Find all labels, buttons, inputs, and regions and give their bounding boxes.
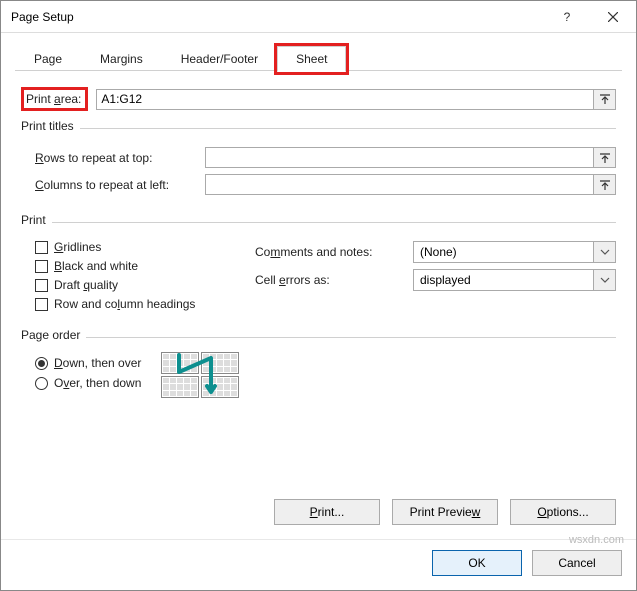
checkbox-icon — [35, 260, 48, 273]
rows-repeat-refbox — [205, 147, 616, 168]
rows-repeat-input[interactable] — [206, 148, 593, 167]
page-order-group: Page order Down, then over Over, then do… — [21, 328, 616, 404]
dialog-footer: OK Cancel — [1, 539, 636, 590]
checkbox-row-col-headings[interactable]: Row and column headings — [35, 297, 235, 311]
sheet-tab-content: Print area: Print titles Rows to repeat … — [15, 71, 622, 489]
tab-page[interactable]: Page — [15, 46, 81, 72]
print-area-label: Print area: — [21, 87, 88, 111]
radio-down-then-over[interactable]: Down, then over — [35, 356, 141, 370]
print-group: Print Gridlines Black and white Draft qu… — [21, 213, 616, 320]
cell-errors-select[interactable]: displayed — [413, 269, 616, 291]
cancel-button[interactable]: Cancel — [532, 550, 622, 576]
checkbox-icon — [35, 241, 48, 254]
checkbox-gridlines[interactable]: Gridlines — [35, 240, 235, 254]
page-setup-dialog: Page Setup ? Page Margins Header/Footer … — [0, 0, 637, 591]
collapse-dialog-icon — [600, 153, 610, 163]
print-button[interactable]: Print... — [274, 499, 380, 525]
titlebar: Page Setup ? — [1, 1, 636, 33]
radio-icon — [35, 377, 48, 390]
close-icon — [608, 12, 618, 22]
radio-over-then-down[interactable]: Over, then down — [35, 376, 141, 390]
cols-repeat-refbox — [205, 174, 616, 195]
cols-repeat-collapse-button[interactable] — [593, 175, 615, 194]
dialog-body: Page Margins Header/Footer Sheet Print a… — [1, 33, 636, 539]
page-order-label: Page order — [21, 328, 80, 342]
print-area-collapse-button[interactable] — [593, 90, 615, 109]
rows-repeat-label: Rows to repeat at top: — [35, 151, 205, 165]
print-area-refbox — [96, 89, 616, 110]
print-titles-group: Print titles Rows to repeat at top: Colu… — [21, 119, 616, 205]
print-area-input[interactable] — [97, 90, 593, 109]
print-group-label: Print — [21, 213, 46, 227]
cell-errors-value: displayed — [414, 273, 593, 287]
chevron-down-icon — [593, 242, 615, 262]
cols-repeat-label: Columns to repeat at left: — [35, 178, 205, 192]
rows-repeat-collapse-button[interactable] — [593, 148, 615, 167]
chevron-down-icon — [593, 270, 615, 290]
checkbox-black-white[interactable]: Black and white — [35, 259, 235, 273]
collapse-dialog-icon — [600, 180, 610, 190]
page-order-icon — [159, 350, 243, 400]
cell-errors-label: Cell errors as: — [255, 273, 405, 287]
dialog-title: Page Setup — [11, 10, 544, 24]
radio-icon — [35, 357, 48, 370]
comments-value: (None) — [414, 245, 593, 259]
action-button-row: Print... Print Preview Options... — [15, 489, 622, 539]
collapse-dialog-icon — [600, 94, 610, 104]
options-button[interactable]: Options... — [510, 499, 616, 525]
ok-button[interactable]: OK — [432, 550, 522, 576]
tab-sheet[interactable]: Sheet — [277, 46, 346, 72]
tab-strip: Page Margins Header/Footer Sheet — [15, 45, 622, 71]
comments-select[interactable]: (None) — [413, 241, 616, 263]
cols-repeat-input[interactable] — [206, 175, 593, 194]
print-titles-label: Print titles — [21, 119, 74, 133]
print-area-row: Print area: — [21, 87, 616, 111]
help-button[interactable]: ? — [544, 1, 590, 33]
comments-label: Comments and notes: — [255, 245, 405, 259]
print-preview-button[interactable]: Print Preview — [392, 499, 498, 525]
close-button[interactable] — [590, 1, 636, 33]
checkbox-icon — [35, 279, 48, 292]
tab-header-footer[interactable]: Header/Footer — [162, 46, 277, 72]
checkbox-draft-quality[interactable]: Draft quality — [35, 278, 235, 292]
checkbox-icon — [35, 298, 48, 311]
tab-margins[interactable]: Margins — [81, 46, 162, 72]
